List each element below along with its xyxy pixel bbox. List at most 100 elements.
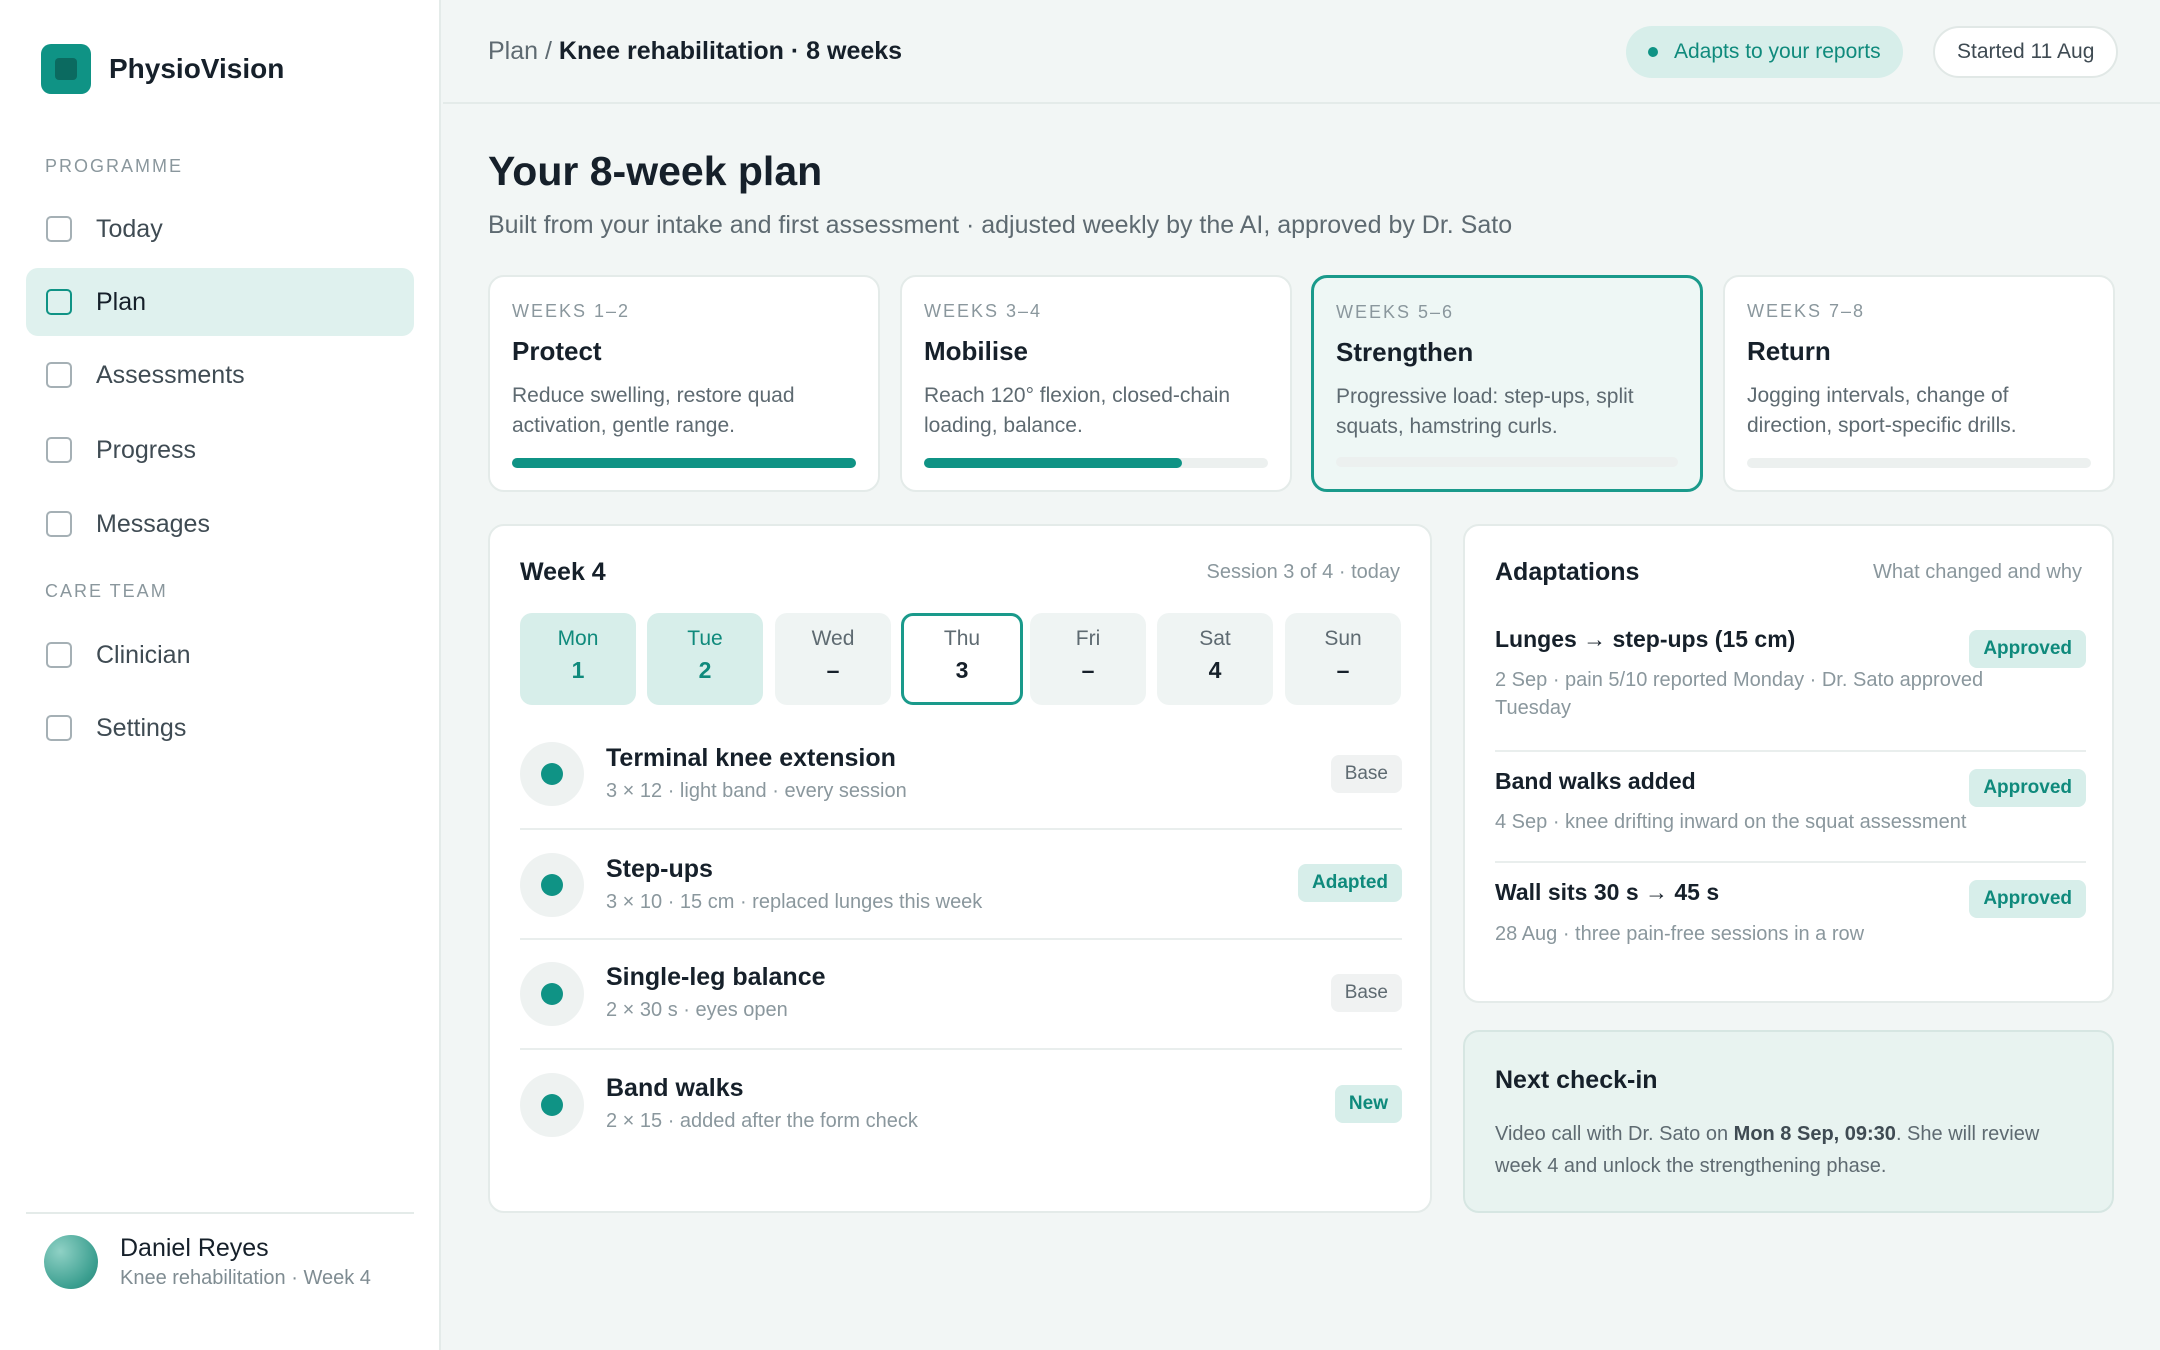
adaptation-item[interactable]: Wall sits 30 s → 45 s 28 Aug · three pai… [1495,863,2086,973]
avatar [44,1235,98,1289]
phase-progress-bar [512,458,856,468]
sidebar-item-plan[interactable]: Plan [26,268,414,336]
sidebar-item-label: Messages [96,509,210,538]
adaptation-description: 2 Sep · pain 5/10 reported Monday · Dr. … [1495,669,1984,719]
sidebar-divider [26,1212,414,1214]
day-name: Sun [1324,627,1362,650]
day-session: 3 [955,657,969,683]
sidebar-item-settings[interactable]: Settings [26,694,414,762]
day-name: Sat [1199,627,1231,650]
status-dot-icon [1648,47,1658,57]
exercise-status-icon [520,853,584,917]
page-title: Your 8-week plan [488,148,823,194]
checkbox-icon [46,362,72,388]
sidebar-item-label: Assessments [96,360,245,389]
checkin-title: Next check-in [1495,1066,1658,1094]
day-thu[interactable]: Thu 3 [901,613,1023,705]
phase-card-protect[interactable]: WEEKS 1–2 Protect Reduce swelling, resto… [488,275,880,492]
phase-weeks: WEEKS 5–6 [1336,302,1455,322]
top-header: Plan / Knee rehabilitation · 8 weeks Ada… [443,0,2160,104]
phase-weeks: WEEKS 7–8 [1747,301,1866,321]
brand[interactable]: PhysioVision [41,44,284,94]
adaptation-item[interactable]: Band walks added 4 Sep · knee drifting i… [1495,752,2086,863]
phase-card-mobilise[interactable]: WEEKS 3–4 Mobilise Reach 120° flexion, c… [900,275,1292,492]
phase-progress-bar [1747,458,2091,468]
adaptation-description: 28 Aug · three pain-free sessions in a r… [1495,923,1865,945]
breadcrumb-root[interactable]: Plan [488,37,538,65]
checkbox-icon [46,511,72,537]
sidebar-item-progress[interactable]: Progress [26,416,414,484]
sidebar: PhysioVision PROGRAMME Today Plan Assess… [0,0,441,1350]
phase-description: Reach 120° flexion, closed-chain loading… [924,384,1231,437]
day-name: Fri [1075,627,1101,650]
exercise-badge: New [1334,1085,1402,1123]
checkbox-icon [46,437,72,463]
sidebar-item-label: Today [96,214,163,243]
breadcrumb-current: Knee rehabilitation · 8 weeks [558,37,903,65]
exercise-name: Terminal knee extension [606,744,896,772]
exercise-detail: 2 × 30 s · eyes open [606,999,788,1021]
app-name: PhysioVision [109,53,285,84]
phase-card-return[interactable]: WEEKS 7–8 Return Jogging intervals, chan… [1723,275,2115,492]
day-session: 4 [1208,657,1222,683]
day-sun[interactable]: Sun – [1285,613,1401,705]
breadcrumb: Plan / Knee rehabilitation · 8 weeks [488,37,902,66]
adaptations-meta: What changed and why [1872,561,2082,583]
day-mon[interactable]: Mon 1 [520,613,636,705]
sidebar-item-label: Plan [96,287,147,316]
sidebar-item-clinician[interactable]: Clinician [26,621,414,689]
checkin-datetime: Mon 8 Sep, 09:30 [1733,1123,1896,1145]
phase-description: Progressive load: step-ups, split squats… [1336,385,1634,438]
week-card: Week 4 Session 3 of 4 · today Mon 1 Tue … [488,524,1432,1213]
sidebar-item-assessments[interactable]: Assessments [26,341,414,409]
exercise-name: Single-leg balance [606,963,826,991]
day-fri[interactable]: Fri – [1030,613,1146,705]
next-checkin-card[interactable]: Next check-in Video call with Dr. Sato o… [1463,1030,2114,1213]
exercise-name: Step-ups [606,855,713,883]
adaptation-item[interactable]: Lunges → step-ups (15 cm) 2 Sep · pain 5… [1495,626,2086,752]
day-tue[interactable]: Tue 2 [647,613,763,705]
exercise-badge: Base [1330,974,1402,1012]
exercise-status-icon [520,1073,584,1137]
exercise-row[interactable]: Band walks 2 × 15 · added after the form… [520,1050,1402,1160]
started-date-label: Started 11 Aug [1957,40,2095,63]
phase-name: Protect [512,336,602,366]
exercise-badge: Base [1330,755,1402,793]
checkin-text-start: Video call with Dr. Sato on [1495,1123,1734,1145]
day-wed[interactable]: Wed – [775,613,891,705]
page-subtitle: Built from your intake and first assessm… [488,211,1513,239]
checkbox-icon [46,289,72,315]
day-session: – [1336,657,1350,683]
exercise-detail: 3 × 10 · 15 cm · replaced lunges this we… [606,891,983,913]
sidebar-item-today[interactable]: Today [26,195,414,263]
phase-name: Mobilise [924,336,1029,366]
phase-weeks: WEEKS 1–2 [512,301,631,321]
sidebar-item-label: Settings [96,713,187,742]
nav-section-programme: PROGRAMME [45,156,184,176]
day-sat[interactable]: Sat 4 [1157,613,1273,705]
status-badge: Approved [1969,880,2086,918]
adaptation-title: Wall sits 30 s → 45 s [1495,879,1720,905]
breadcrumb-separator: / [538,37,559,65]
exercise-row[interactable]: Step-ups 3 × 10 · 15 cm · replaced lunge… [520,830,1402,940]
adaptation-title: Lunges → step-ups (15 cm) [1495,626,1796,652]
phase-description: Jogging intervals, change of direction, … [1747,384,2017,437]
app-logo-icon [41,44,91,94]
phase-progress-fill [924,458,1182,468]
adaptations-title: Adaptations [1495,558,1640,586]
sidebar-item-messages[interactable]: Messages [26,490,414,558]
exercise-row[interactable]: Terminal knee extension 3 × 12 · light b… [520,726,1402,830]
exercise-detail: 3 × 12 · light band · every session [606,780,907,802]
day-session: 1 [571,657,585,683]
user-profile[interactable]: Daniel Reyes Knee rehabilitation · Week … [44,1234,371,1290]
started-date-pill: Started 11 Aug [1933,26,2119,78]
day-name: Tue [687,627,723,650]
checkbox-icon [46,715,72,741]
phase-card-strengthen[interactable]: WEEKS 5–6 Strengthen Progressive load: s… [1311,275,1703,492]
day-session: 2 [698,657,712,683]
checkin-text: Video call with Dr. Sato on Mon 8 Sep, 0… [1495,1118,2085,1182]
exercise-row[interactable]: Single-leg balance 2 × 30 s · eyes open … [520,940,1402,1050]
user-subtitle: Knee rehabilitation · Week 4 [120,1267,371,1289]
exercise-detail: 2 × 15 · added after the form check [606,1110,918,1132]
day-name: Wed [811,627,855,650]
